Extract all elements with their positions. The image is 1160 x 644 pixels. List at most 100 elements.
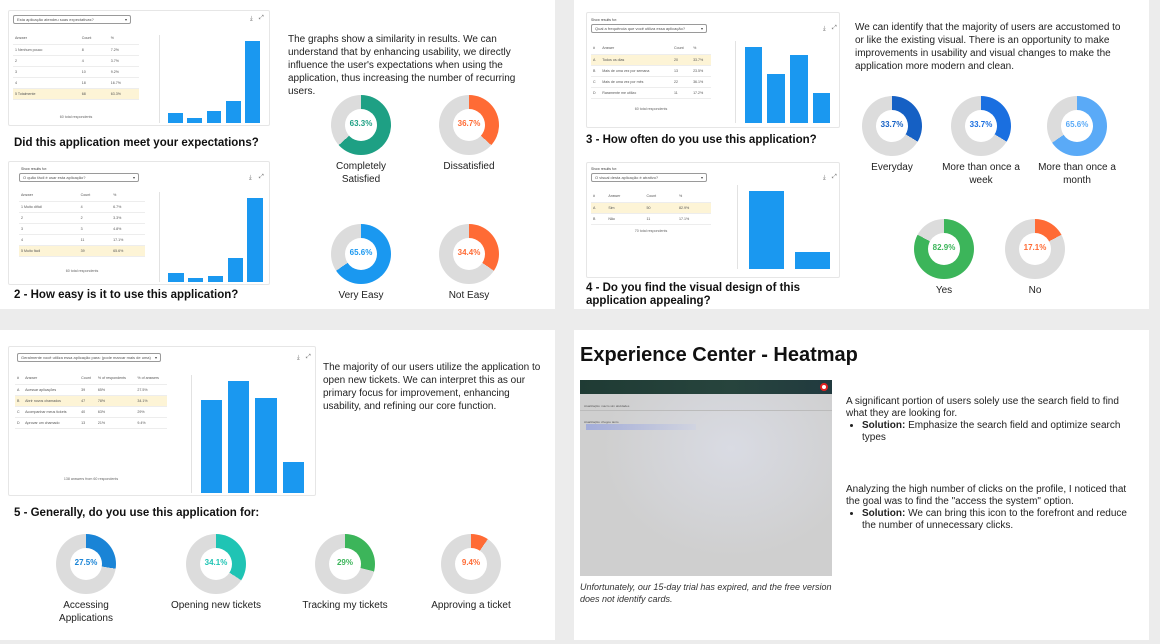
results-table-body: Answer Count% 1 Nenhum pouco 8 7.2% 2 4 3.7% 3 10… — [13, 33, 139, 100]
donut-chart: 63.3% — [331, 95, 391, 155]
respondents-count: 60 total respondents — [634, 107, 668, 111]
donut-percentage: 65.6% — [349, 248, 373, 257]
table-cell: 78% — [95, 395, 136, 407]
bar-chart — [191, 375, 309, 493]
column-header[interactable]: Answer — [600, 43, 672, 55]
donut-percentage: 65.6% — [1065, 120, 1089, 129]
respondents-count: 70 total respondents — [634, 229, 668, 233]
table-cell: 10 — [79, 66, 109, 78]
table-cell: 5 Totalmente — [13, 88, 80, 100]
donut-label: Yes — [935, 285, 953, 296]
column-header[interactable]: % of answers — [135, 373, 167, 385]
table-header-row: # Answer Count% — [591, 191, 711, 203]
respondents-count: 60 total respondents — [65, 269, 99, 273]
donut-label: Completely Satisfied — [335, 161, 387, 185]
column-header[interactable]: Count — [79, 33, 109, 45]
question-select[interactable]: O quão fácil é usar esta aplicação? — [19, 173, 139, 182]
donut-chart: 33.7% — [951, 96, 1011, 156]
insight-text: Analyzing the high number of clicks on t… — [846, 484, 1127, 507]
results-table-body: # Answer Count% A Todos os dias 20 33.7% B Mais … — [591, 43, 711, 99]
table-row: 2 2 3.3% — [19, 212, 145, 224]
insight-block-profile: Analyzing the high number of clicks on t… — [846, 484, 1128, 532]
question-select[interactable]: Qual a frequência que você utiliza essa … — [591, 24, 707, 33]
download-icon[interactable]: ⤓ — [823, 26, 826, 33]
forms-result-panel-visual: Show results for: O visual desta aplicaç… — [586, 162, 840, 278]
column-header[interactable]: % — [111, 190, 145, 202]
slide-heatmap: Experience Center - Heatmap Atualização:… — [574, 330, 1149, 640]
bar — [187, 277, 204, 282]
bar — [225, 101, 241, 123]
table-cell: 34.1% — [135, 395, 167, 407]
donut-chart: 33.7% — [862, 96, 922, 156]
download-icon[interactable]: ⤓ — [249, 175, 252, 182]
expand-icon[interactable]: ⤢ — [306, 354, 311, 361]
slide-usage-purpose: Geralmente você utiliza essa aplicação p… — [0, 330, 555, 640]
show-results-label: Show results for: — [21, 167, 48, 171]
expand-icon[interactable]: ⤢ — [832, 25, 837, 32]
column-header[interactable]: Count — [644, 191, 678, 203]
table-cell: 4 — [13, 77, 80, 89]
profile-hotspot-icon — [820, 383, 828, 391]
column-header[interactable]: Answer — [606, 191, 645, 203]
heatmap-caption: Unfortunately, our 15-day trial has expi… — [580, 582, 832, 604]
table-cell: 63.3% — [108, 88, 139, 100]
expand-icon[interactable]: ⤢ — [259, 174, 264, 181]
analysis-paragraph: We can identify that the majority of use… — [855, 22, 1121, 72]
table-cell: 17.1% — [677, 213, 711, 225]
column-header[interactable]: % — [108, 33, 139, 45]
question-select[interactable]: O visual desta aplicação é atrativo? — [591, 173, 707, 182]
column-header[interactable]: Count — [672, 43, 692, 55]
bar — [227, 258, 243, 282]
expand-icon[interactable]: ⤢ — [832, 174, 837, 181]
table-cell: 17.1% — [111, 234, 145, 246]
table-cell: B — [591, 65, 601, 77]
table-cell: 65% — [95, 384, 136, 396]
table-cell: 3.7% — [108, 55, 139, 67]
table-cell: 7.2% — [108, 44, 139, 56]
table-cell: 4 — [78, 201, 112, 213]
column-header[interactable]: % — [691, 43, 711, 55]
donut-chart: 29% — [315, 534, 375, 594]
expand-icon[interactable]: ⤢ — [259, 15, 264, 22]
download-icon[interactable]: ⤓ — [297, 355, 300, 362]
bar — [168, 273, 184, 282]
column-header[interactable]: # — [591, 43, 601, 55]
donut-percentage: 27.5% — [74, 558, 98, 567]
table-cell: 33.7% — [691, 54, 711, 66]
download-icon[interactable]: ⤓ — [823, 175, 826, 182]
table-header-row: Answer Count% — [19, 190, 145, 202]
donut-percentage: 63.3% — [349, 119, 373, 128]
bar — [794, 251, 830, 269]
bar — [744, 47, 763, 123]
table-cell: 65.6% — [111, 245, 145, 257]
analysis-paragraph: The majority of our users utilize the ap… — [323, 362, 541, 412]
column-header[interactable]: Answer — [13, 33, 80, 45]
table-cell: B — [591, 213, 607, 225]
column-header[interactable]: Count — [78, 190, 112, 202]
table-cell: 2 — [19, 212, 79, 224]
table-cell: 1 Nenhum pouco — [13, 44, 80, 56]
respondents-count: 138 answers from 60 respondents — [63, 477, 119, 481]
donut-percentage: 34.1% — [204, 558, 228, 567]
table-row: A Todos os dias 20 33.7% — [591, 54, 711, 66]
column-header[interactable]: % of respondents — [95, 373, 136, 385]
column-header[interactable]: # — [591, 191, 607, 203]
heatmap-divider — [580, 410, 832, 411]
table-cell: 21% — [95, 417, 136, 429]
column-header[interactable]: Count — [79, 373, 96, 385]
bar — [168, 113, 184, 123]
bar — [187, 118, 203, 123]
donut-label: Approving a ticket — [431, 600, 511, 611]
column-header[interactable]: Answer — [23, 373, 80, 385]
column-header[interactable]: % — [677, 191, 711, 203]
download-icon[interactable]: ⤓ — [250, 16, 253, 23]
page-title: Experience Center - Heatmap — [580, 344, 858, 366]
question-select[interactable]: Esta aplicação atendeu suas expectativas… — [13, 15, 131, 24]
heatmap-screenshot: Atualização: macro sim atividades Atuali… — [580, 380, 832, 576]
donut-label: More than once a week — [942, 162, 1020, 186]
donut-chart: 36.7% — [439, 95, 499, 155]
column-header[interactable]: Answer — [19, 190, 79, 202]
column-header[interactable]: # — [15, 373, 24, 385]
table-cell: 13 — [672, 65, 692, 77]
question-select[interactable]: Geralmente você utiliza essa aplicação p… — [17, 353, 161, 362]
